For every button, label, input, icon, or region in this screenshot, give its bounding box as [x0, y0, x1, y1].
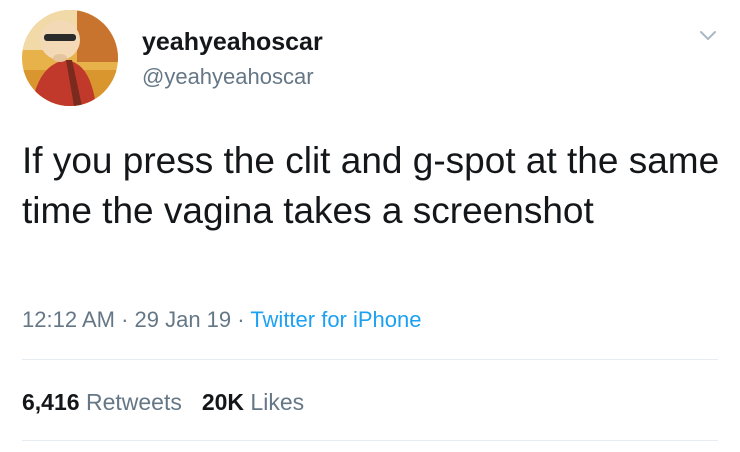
avatar[interactable] [22, 10, 118, 106]
tweet-time[interactable]: 12:12 AM [22, 307, 115, 332]
meta-separator: · [114, 307, 135, 332]
tweet-card: yeahyeahoscar @yeahyeahoscar If you pres… [0, 0, 740, 452]
meta-separator: · [231, 307, 251, 332]
likes-label: Likes [250, 389, 305, 415]
retweets-count: 6,416 [22, 389, 80, 415]
likes-stat[interactable]: 20K Likes [202, 389, 304, 415]
engagement-stats: 6,416 Retweets 20K Likes [22, 387, 304, 417]
tweet-source-link[interactable]: Twitter for iPhone [250, 307, 421, 332]
tweet-date[interactable]: 29 Jan 19 [135, 307, 232, 332]
divider [22, 359, 718, 360]
user-handle[interactable]: @yeahyeahoscar [142, 63, 314, 91]
display-name[interactable]: yeahyeahoscar [142, 27, 323, 57]
avatar-image [22, 10, 118, 106]
likes-count: 20K [201, 389, 245, 415]
chevron-down-icon[interactable] [693, 20, 723, 50]
retweets-stat[interactable]: 6,416 Retweets [22, 389, 182, 415]
tweet-meta: 12:12 AM · 29 Jan 19 · Twitter for iPhon… [22, 305, 422, 335]
retweets-label: Retweets [85, 389, 182, 415]
tweet-text: If you press the clit and g-spot at the … [22, 140, 720, 231]
divider [22, 440, 718, 441]
